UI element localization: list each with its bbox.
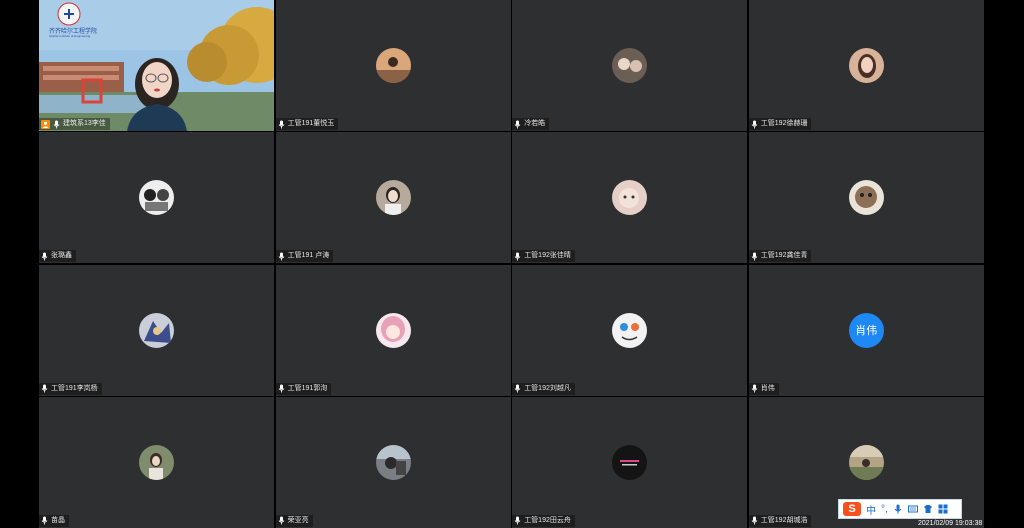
participant-tile[interactable]: 工管191郭洵 [275,264,511,396]
participant-name: 工管192张佳晴 [524,252,571,260]
mic-icon [53,120,60,128]
mic-icon [514,252,521,261]
participant-name: 工管191 卢涛 [287,252,330,260]
mic-icon [41,252,48,261]
mic-icon [751,252,758,261]
participant-avatar [375,444,411,480]
participant-avatar [612,312,648,348]
participant-nameplate: 工管191董悦玉 [275,118,339,130]
mic-icon [41,384,48,393]
mic-icon [278,252,284,261]
participant-tile[interactable]: 张璐鑫 [39,132,274,264]
participant-name: 工管191董悦玉 [287,120,335,127]
participant-name: 建筑系13李佳 [63,120,106,127]
mic-icon [41,516,48,525]
participant-nameplate: 工管192徐赫珊 [748,118,812,130]
participant-name: 工管192刘越凡 [524,384,571,392]
mic-icon [514,516,521,525]
school-logo-subtext: Qiqihar Institute of Engineering [49,34,91,38]
mic-icon [514,384,521,393]
mic-icon [751,384,758,393]
participant-avatar [375,312,411,348]
host-video-tile[interactable]: 齐齐哈尔工程学院 Qiqihar Institute of Engineerin… [39,0,274,131]
participant-tile[interactable]: 工管192龚佳青 [748,132,984,264]
participant-nameplate: 工管191李岚杨 [39,382,102,395]
participant-nameplate: 肖伟 [748,382,779,395]
participant-tile[interactable]: 冷若皓 [512,0,748,131]
host-badge-icon [41,119,50,129]
video-grid: 齐齐哈尔工程学院 Qiqihar Institute of Engineerin… [39,0,984,528]
participant-avatar [848,48,884,83]
mic-icon [751,516,758,525]
participant-avatar [139,312,174,348]
mic-icon [278,516,284,525]
host-video-feed [39,0,274,131]
participant-name: 肖伟 [760,384,775,392]
participant-nameplate: 冷若皓 [512,118,550,130]
participant-nameplate: 张璐鑫 [39,250,76,263]
participant-name: 荣亚亮 [287,516,309,524]
ime-mode-toggle[interactable]: 中 [866,502,876,517]
participant-tile[interactable]: 苗晶 [39,396,274,528]
system-clock: 2021/02/09 19:03:38 [918,520,983,527]
ime-toolbar[interactable]: S 中 °, [838,499,962,519]
participant-tile[interactable]: 工管192徐赫珊 [748,0,984,131]
participant-tile[interactable]: 工管191李岚杨 [39,264,274,396]
participant-avatar [375,48,411,83]
participant-nameplate: 工管191 卢涛 [275,250,334,263]
participant-avatar [612,180,648,216]
participant-nameplate: 工管192刘越凡 [512,382,575,395]
mic-icon [514,120,521,128]
keyboard-icon[interactable] [907,504,918,514]
participant-name: 工管192徐赫珊 [760,120,808,127]
participant-tile[interactable]: 工管192张佳晴 [512,132,748,264]
participant-name: 工管192龚佳青 [760,252,808,260]
participant-name: 工管191郭洵 [287,384,328,392]
participant-nameplate: 工管192胡城浩 [748,514,812,527]
participant-name: 工管191李岚杨 [51,384,98,392]
participant-tile[interactable]: 工管192田云舟 [512,396,748,528]
participant-nameplate: 荣亚亮 [275,514,313,527]
toolbox-grid-icon[interactable] [938,504,948,514]
participant-avatar-initials: 肖伟 [848,312,884,348]
participant-name: 工管192田云舟 [524,516,571,524]
participant-nameplate: 工管192张佳晴 [512,250,575,263]
participant-nameplate: 工管191郭洵 [275,382,332,395]
host-nameplate: 建筑系13李佳 [39,118,110,130]
participant-avatar [848,444,884,480]
participant-tile[interactable]: 工管191董悦玉 [275,0,511,131]
participant-name: 工管192胡城浩 [760,516,808,524]
participant-nameplate: 苗晶 [39,514,69,527]
skin-shirt-icon[interactable] [923,504,933,514]
participant-name: 苗晶 [51,516,65,524]
participant-avatar [139,180,174,216]
participant-name: 冷若皓 [524,120,546,127]
participant-tile[interactable]: 工管192刘越凡 [512,264,748,396]
participant-avatar [139,444,174,480]
participant-avatar [612,48,648,83]
participant-tile[interactable]: 工管191 卢涛 [275,132,511,264]
participant-tile[interactable]: 肖伟 肖伟 [748,264,984,396]
participant-tile[interactable]: 荣亚亮 [275,396,511,528]
participant-avatar [848,180,884,216]
mic-icon [278,120,284,128]
mic-icon [278,384,284,393]
microphone-icon[interactable] [893,504,903,514]
ime-punct-toggle[interactable]: °, [881,504,888,515]
participant-name: 张璐鑫 [51,252,72,260]
mic-icon [751,120,758,128]
participant-avatar [375,180,411,216]
participant-nameplate: 工管192龚佳青 [748,250,812,263]
participant-avatar [612,444,648,480]
sogou-logo-icon[interactable]: S [843,502,861,516]
participant-nameplate: 工管192田云舟 [512,514,575,527]
